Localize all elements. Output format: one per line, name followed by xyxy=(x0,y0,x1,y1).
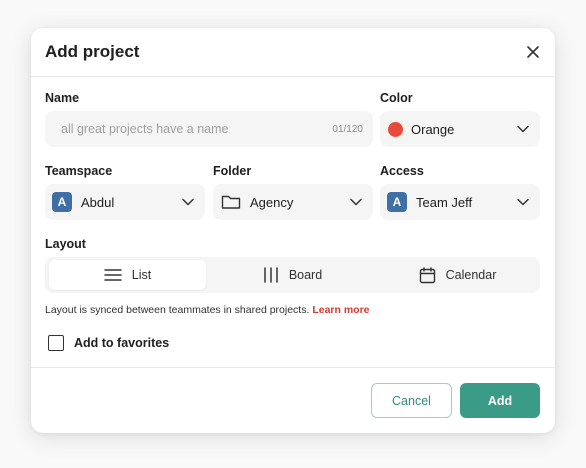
favorites-checkbox[interactable] xyxy=(48,335,64,351)
access-label: Access xyxy=(380,164,424,178)
folder-value: Agency xyxy=(250,194,294,210)
folder-icon xyxy=(221,195,241,209)
layout-note-text: Layout is synced between teammates in sh… xyxy=(45,304,310,316)
dialog-title: Add project xyxy=(45,42,140,61)
layout-option-label: Board xyxy=(288,268,323,282)
name-counter: 01/120 xyxy=(332,123,363,135)
layout-option-calendar[interactable]: Calendar xyxy=(379,260,536,290)
avatar: A xyxy=(387,192,407,212)
teamspace-value: Abdul xyxy=(81,194,115,210)
dialog-footer: Cancel Add xyxy=(31,367,555,433)
favorites-label: Add to favorites xyxy=(74,336,170,350)
layout-switcher: List Board Calendar xyxy=(45,257,540,293)
color-label: Color xyxy=(380,91,413,105)
chevron-down-icon xyxy=(517,125,529,133)
layout-option-label: List xyxy=(131,268,152,282)
access-value: Team Jeff xyxy=(416,194,473,210)
learn-more-link[interactable]: Learn more xyxy=(312,304,369,316)
backdrop: Add project Name all great projects have… xyxy=(0,0,586,468)
name-input[interactable]: all great projects have a name 01/120 xyxy=(45,111,373,147)
layout-option-label: Calendar xyxy=(445,268,497,282)
layout-label: Layout xyxy=(45,237,86,251)
cancel-button[interactable]: Cancel xyxy=(371,383,452,418)
chevron-down-icon xyxy=(182,198,194,206)
list-icon xyxy=(104,269,122,281)
calendar-icon xyxy=(419,266,435,283)
name-label: Name xyxy=(45,91,80,105)
dialog-header: Add project xyxy=(31,28,555,77)
add-button[interactable]: Add xyxy=(460,383,540,418)
color-swatch xyxy=(388,121,403,137)
close-icon[interactable] xyxy=(523,42,543,62)
add-project-dialog: Add project Name all great projects have… xyxy=(31,28,555,433)
teamspace-select[interactable]: A Abdul xyxy=(45,184,205,220)
folder-label: Folder xyxy=(213,164,252,178)
color-select[interactable]: Orange xyxy=(380,111,540,147)
layout-option-list[interactable]: List xyxy=(49,260,206,290)
avatar: A xyxy=(52,192,72,212)
board-icon xyxy=(264,267,278,283)
layout-sync-note: Layout is synced between teammates in sh… xyxy=(45,304,370,316)
teamspace-label: Teamspace xyxy=(45,164,113,178)
color-value: Orange xyxy=(411,121,455,137)
access-select[interactable]: A Team Jeff xyxy=(380,184,540,220)
layout-option-board[interactable]: Board xyxy=(214,260,371,290)
name-placeholder: all great projects have a name xyxy=(61,122,229,136)
chevron-down-icon xyxy=(517,198,529,206)
chevron-down-icon xyxy=(350,198,362,206)
folder-select[interactable]: Agency xyxy=(213,184,373,220)
